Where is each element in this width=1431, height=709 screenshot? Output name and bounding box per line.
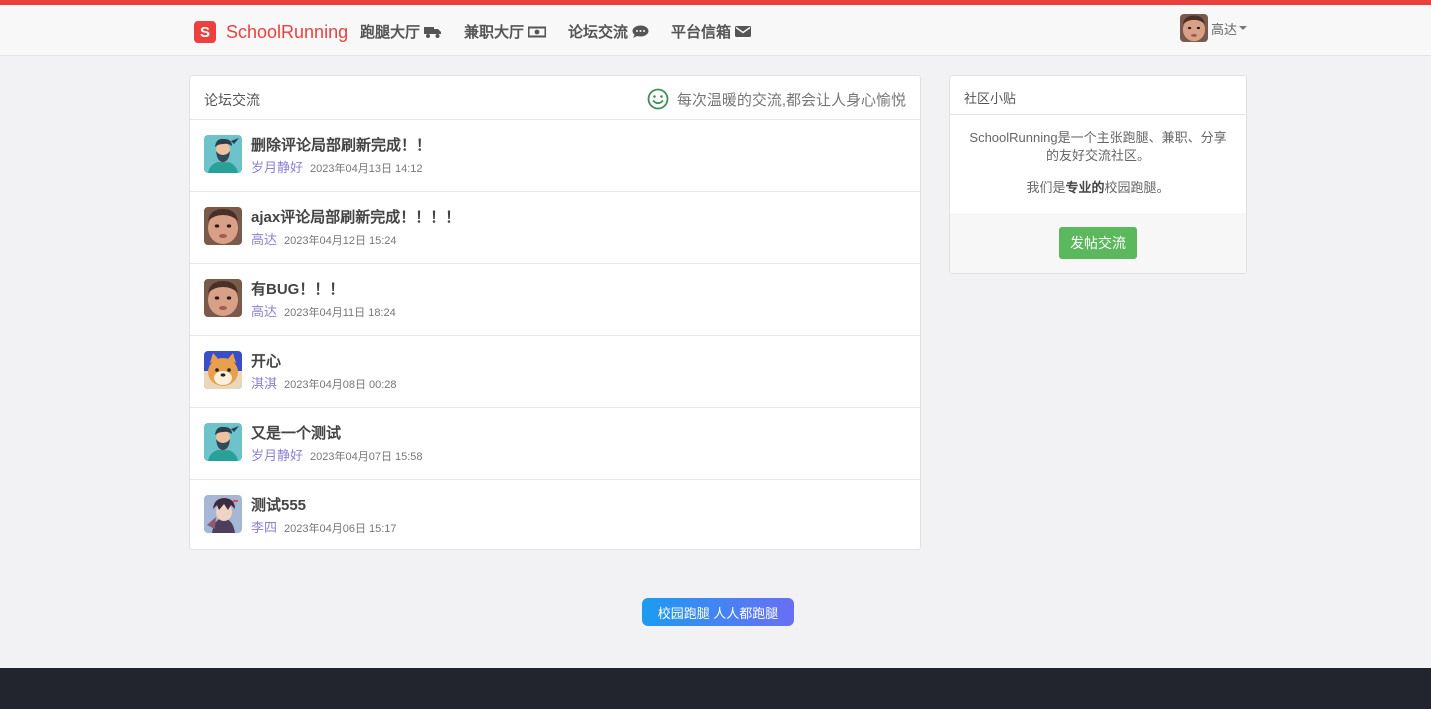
nav-forum[interactable]: 论坛交流 xyxy=(568,21,649,42)
community-motto: 我们是专业的校园跑腿。 xyxy=(964,179,1232,197)
post-author-link[interactable]: 淇淇 xyxy=(251,373,277,392)
comments-icon xyxy=(632,25,649,38)
post-meta: 岁月静好 2023年04月13日 14:12 xyxy=(251,157,423,176)
brand-name: SchoolRunning xyxy=(226,21,349,42)
nav-part-time-hall[interactable]: 兼职大厅 xyxy=(464,21,547,42)
post-timestamp: 2023年04月12日 15:24 xyxy=(284,235,397,247)
post-list-item: 测试555 李四 2023年04月06日 15:17 xyxy=(190,480,920,552)
forum-panel: 论坛交流 每次温暖的交流,都会让人身心愉悦 删除评论局部刷新完成！！ 岁月静好 … xyxy=(189,75,921,550)
post-author-avatar[interactable] xyxy=(204,495,242,533)
post-title-link[interactable]: 测试555 xyxy=(251,494,306,515)
forum-tagline: 每次温暖的交流,都会让人身心愉悦 xyxy=(647,88,906,110)
money-icon xyxy=(528,26,547,37)
post-meta: 李四 2023年04月06日 15:17 xyxy=(251,517,397,536)
nav-mailbox[interactable]: 平台信箱 xyxy=(671,21,752,42)
post-title-link[interactable]: 删除评论局部刷新完成！！ xyxy=(251,134,431,155)
post-list-item: 有BUG！！！ 高达 2023年04月11日 18:24 xyxy=(190,264,920,336)
envelope-icon xyxy=(735,26,752,37)
post-list-item: ajax评论局部刷新完成！！！！ 高达 2023年04月12日 15:24 xyxy=(190,192,920,264)
post-title-link[interactable]: ajax评论局部刷新完成！！！！ xyxy=(251,206,460,227)
brand[interactable]: S SchoolRunning xyxy=(194,21,348,43)
post-meta: 高达 2023年04月12日 15:24 xyxy=(251,229,397,248)
new-post-button[interactable]: 发帖交流 xyxy=(1059,227,1137,259)
post-timestamp: 2023年04月08日 00:28 xyxy=(284,379,397,391)
user-menu[interactable]: 高达 xyxy=(1180,14,1248,42)
post-meta: 高达 2023年04月11日 18:24 xyxy=(251,301,396,320)
community-tips-footer: 发帖交流 xyxy=(950,213,1246,273)
post-author-link[interactable]: 高达 xyxy=(251,229,277,248)
post-author-avatar[interactable] xyxy=(204,135,242,173)
nav-errand-hall-label: 跑腿大厅 xyxy=(360,24,421,41)
forum-panel-header: 论坛交流 每次温暖的交流,都会让人身心愉悦 xyxy=(190,76,920,120)
community-intro: SchoolRunning是一个主张跑腿、兼职、分享的友好交流社区。 xyxy=(969,130,1227,163)
post-author-avatar[interactable] xyxy=(204,207,242,245)
forum-panel-title: 论坛交流 xyxy=(204,92,260,108)
page-footer xyxy=(0,668,1431,709)
nav-part-time-hall-label: 兼职大厅 xyxy=(464,24,525,41)
post-timestamp: 2023年04月07日 15:58 xyxy=(310,451,423,463)
post-title-link[interactable]: 开心 xyxy=(251,350,281,371)
post-title-link[interactable]: 又是一个测试 xyxy=(251,422,341,443)
post-meta: 淇淇 2023年04月08日 00:28 xyxy=(251,373,397,392)
slogan-badge[interactable]: 校园跑腿 人人都跑腿 xyxy=(642,598,794,626)
post-author-avatar[interactable] xyxy=(204,279,242,317)
post-timestamp: 2023年04月11日 18:24 xyxy=(284,307,396,319)
community-motto-bold: 专业的 xyxy=(1065,180,1105,195)
nav-forum-label: 论坛交流 xyxy=(568,24,629,41)
post-author-link[interactable]: 岁月静好 xyxy=(251,445,303,464)
user-avatar xyxy=(1180,14,1208,42)
user-name: 高达 xyxy=(1211,21,1238,37)
post-author-link[interactable]: 岁月静好 xyxy=(251,157,303,176)
nav-mailbox-label: 平台信箱 xyxy=(671,24,732,41)
post-author-avatar[interactable] xyxy=(204,351,242,389)
community-tips-panel: 社区小贴 SchoolRunning是一个主张跑腿、兼职、分享的友好交流社区。 … xyxy=(949,75,1247,274)
main-nav: 跑腿大厅 兼职大厅 论坛交流 平台信箱 xyxy=(360,21,773,42)
community-tips-title: 社区小贴 xyxy=(950,76,1246,115)
post-meta: 岁月静好 2023年04月07日 15:58 xyxy=(251,445,423,464)
forum-tagline-text: 每次温暖的交流,都会让人身心愉悦 xyxy=(676,91,906,109)
community-motto-prefix: 我们是 xyxy=(1026,180,1066,195)
navbar: S SchoolRunning 跑腿大厅 兼职大厅 论坛交流 平台信箱 高达 xyxy=(0,5,1431,56)
post-timestamp: 2023年04月13日 14:12 xyxy=(310,163,423,175)
post-list-item: 删除评论局部刷新完成！！ 岁月静好 2023年04月13日 14:12 xyxy=(190,120,920,192)
post-list-item: 又是一个测试 岁月静好 2023年04月07日 15:58 xyxy=(190,408,920,480)
post-title-link[interactable]: 有BUG！！！ xyxy=(251,278,344,299)
community-motto-suffix: 校园跑腿。 xyxy=(1104,180,1170,195)
post-author-avatar[interactable] xyxy=(204,423,242,461)
chevron-down-icon xyxy=(1239,26,1248,30)
community-tips-body: SchoolRunning是一个主张跑腿、兼职、分享的友好交流社区。 我们是专业… xyxy=(950,115,1246,219)
post-list-item: 开心 淇淇 2023年04月08日 00:28 xyxy=(190,336,920,408)
post-author-link[interactable]: 李四 xyxy=(251,517,277,536)
post-author-link[interactable]: 高达 xyxy=(251,301,277,320)
smile-icon xyxy=(647,88,669,110)
nav-errand-hall[interactable]: 跑腿大厅 xyxy=(360,21,442,42)
post-timestamp: 2023年04月06日 15:17 xyxy=(284,523,397,535)
brand-logo-icon: S xyxy=(194,21,216,43)
truck-icon xyxy=(424,26,442,38)
